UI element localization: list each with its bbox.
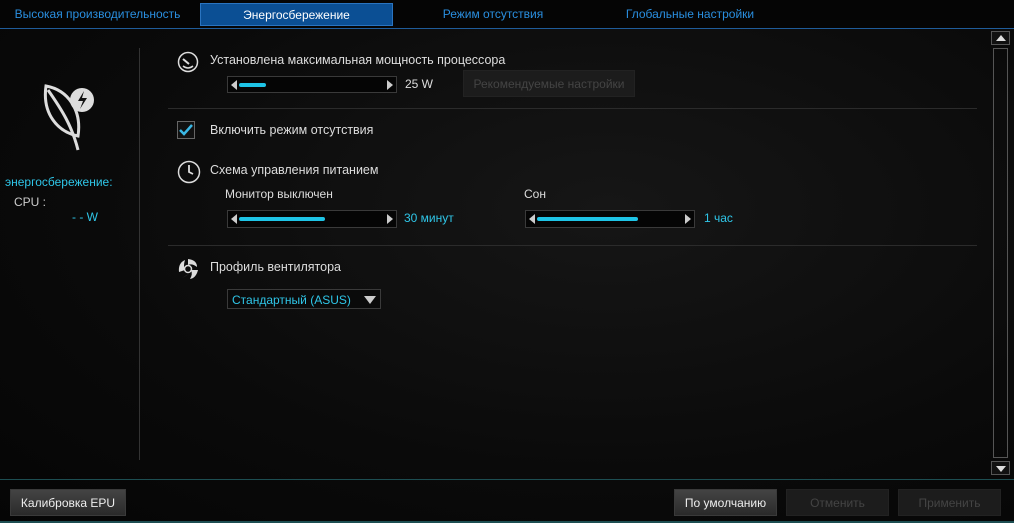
left-divider xyxy=(139,48,140,460)
checkmark-icon xyxy=(179,124,193,136)
recommended-settings-button[interactable]: Рекомендуемые настройки xyxy=(463,70,635,97)
cpu-power-slider[interactable] xyxy=(227,76,397,93)
fan-profile-selected: Стандартный (ASUS) xyxy=(232,293,351,307)
slider-right-arrow-icon[interactable] xyxy=(387,214,393,224)
mode-label: энергосбережение: xyxy=(5,175,113,189)
chevron-down-icon xyxy=(364,296,376,304)
slider-left-arrow-icon[interactable] xyxy=(231,80,237,90)
scrollbar[interactable] xyxy=(991,31,1010,476)
tab-away-mode[interactable]: Режим отсутствия xyxy=(393,3,593,26)
slider-right-arrow-icon[interactable] xyxy=(685,214,691,224)
clock-icon xyxy=(177,160,201,184)
fan-profile-dropdown[interactable]: Стандартный (ASUS) xyxy=(227,289,381,309)
gauge-icon xyxy=(177,51,199,73)
epu-calibration-button[interactable]: Калибровка EPU xyxy=(10,489,126,516)
tab-high-performance[interactable]: Высокая производительность xyxy=(0,3,195,26)
arrow-up-icon xyxy=(996,35,1006,41)
slider-right-arrow-icon[interactable] xyxy=(387,80,393,90)
tab-power-saving[interactable]: Энергосбережение xyxy=(200,3,393,26)
cpu-power-value: - - W xyxy=(72,210,98,224)
cpu-label: CPU : xyxy=(14,195,47,209)
default-button[interactable]: По умолчанию xyxy=(674,489,777,516)
leaf-energy-icon xyxy=(43,84,94,151)
away-mode-checkbox[interactable] xyxy=(177,121,195,139)
cancel-button[interactable]: Отменить xyxy=(786,489,889,516)
tab-global-settings[interactable]: Глобальные настройки xyxy=(590,3,790,26)
scroll-up-button[interactable] xyxy=(991,31,1010,45)
separator xyxy=(168,245,977,246)
power-scheme-label: Схема управления питанием xyxy=(210,163,379,177)
monitor-off-value: 30 минут xyxy=(404,211,454,225)
sleep-slider[interactable] xyxy=(525,210,695,228)
scroll-down-button[interactable] xyxy=(991,461,1010,475)
cpu-power-value-label: 25 W xyxy=(405,77,434,91)
monitor-off-label: Монитор выключен xyxy=(225,187,333,201)
slider-fill xyxy=(537,217,638,221)
sleep-label: Сон xyxy=(524,187,546,201)
slider-left-arrow-icon[interactable] xyxy=(231,214,237,224)
cpu-power-label: Установлена максимальная мощность процес… xyxy=(210,53,506,67)
sleep-value: 1 час xyxy=(704,211,733,225)
footer-divider xyxy=(0,479,1014,480)
monitor-off-slider[interactable] xyxy=(227,210,397,228)
slider-left-arrow-icon[interactable] xyxy=(529,214,535,224)
tab-bar: Высокая производительность Энергосбереже… xyxy=(0,0,1014,29)
arrow-down-icon xyxy=(996,466,1006,472)
slider-fill xyxy=(239,83,266,87)
slider-fill xyxy=(239,217,325,221)
separator xyxy=(168,108,977,109)
apply-button[interactable]: Применить xyxy=(898,489,1001,516)
scroll-track[interactable] xyxy=(993,48,1008,458)
fan-icon xyxy=(178,259,198,279)
fan-profile-label: Профиль вентилятора xyxy=(210,260,341,274)
away-mode-label: Включить режим отсутствия xyxy=(210,123,374,137)
